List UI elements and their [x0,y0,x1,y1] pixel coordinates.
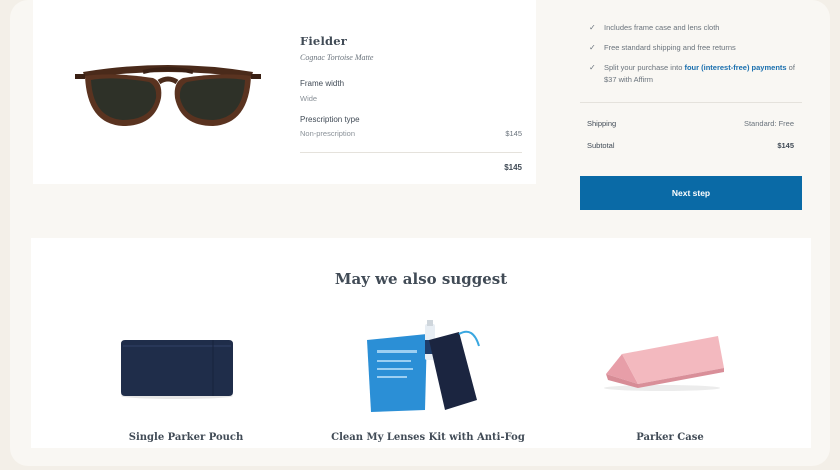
check-icon: ✓ [589,63,596,72]
item-divider [300,152,522,153]
check-icon: ✓ [589,43,596,52]
subtotal-label: Subtotal [587,141,615,150]
suggestion-name[interactable]: Single Parker Pouch [71,432,301,443]
item-total: $145 [504,163,522,172]
subtotal-value: $145 [777,141,794,150]
prescription-type-value: Non-prescription [300,129,356,138]
benefit-shipping: ✓ Free standard shipping and free return… [587,42,807,54]
suggestions-section: May we also suggest Single Parker Pouch [31,238,811,448]
suggestion-name[interactable]: Parker Case [555,432,785,443]
pouch-image [121,340,233,399]
frame-width-label: Frame width [300,79,345,88]
checkout-page: Fielder Cognac Tortoise Matte Frame widt… [10,0,830,466]
case-image [604,336,724,391]
frame-width-value: Wide [300,94,318,103]
affirm-prefix: Split your purchase into [604,63,685,72]
product-name: Fielder [300,34,348,48]
prescription-price: $145 [505,129,522,138]
product-color: Cognac Tortoise Matte [300,53,374,62]
suggestion-name[interactable]: Clean My Lenses Kit with Anti-Fog [313,432,543,443]
benefits-list: ✓ Includes frame case and lens cloth ✓ F… [587,22,807,94]
benefit-shipping-text: Free standard shipping and free returns [604,43,736,52]
shipping-label: Shipping [587,119,617,128]
prescription-type-label: Prescription type [300,115,360,124]
check-icon: ✓ [589,23,596,32]
sunglasses-image [75,65,261,126]
shipping-value: Standard: Free [743,119,794,128]
summary-divider [580,102,802,103]
benefit-case: ✓ Includes frame case and lens cloth [587,22,807,34]
cart-item-card: Fielder Cognac Tortoise Matte Frame widt… [33,0,536,184]
next-step-button[interactable]: Next step [580,176,802,210]
benefit-case-text: Includes frame case and lens cloth [604,23,720,32]
affirm-link[interactable]: four (interest-free) payments [684,63,786,72]
suggestions-title: May we also suggest [334,270,508,288]
benefit-affirm: ✓ Split your purchase into four (interes… [587,62,807,86]
lens-kit-image [367,320,480,412]
